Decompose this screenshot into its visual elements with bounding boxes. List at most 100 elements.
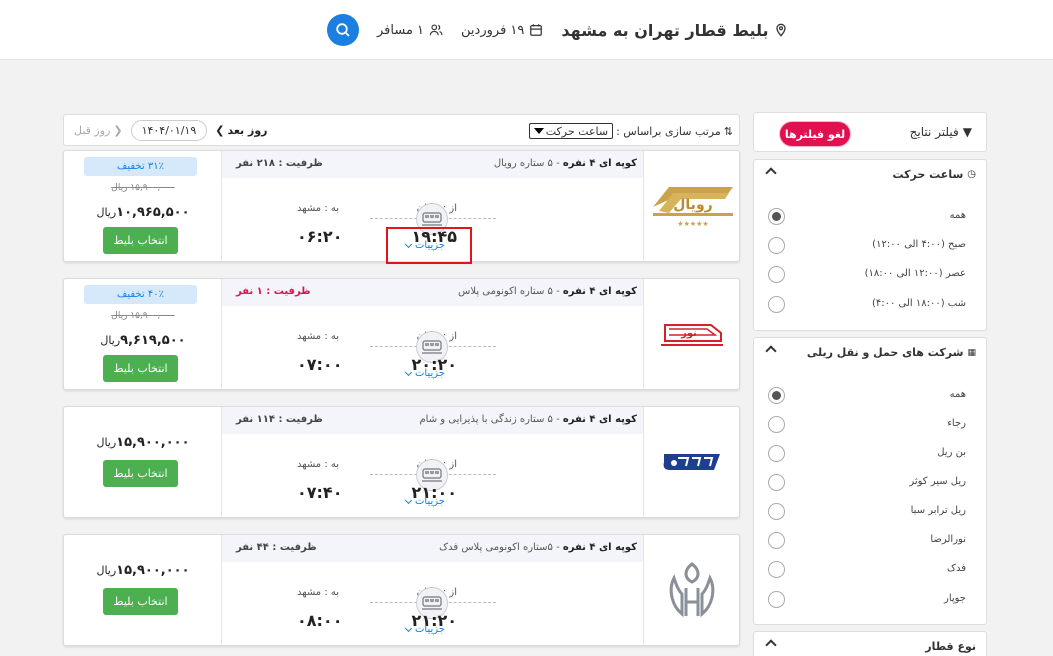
price-section: ۱۵,۹۰۰,۰۰۰ریال انتخاب بلیط bbox=[64, 535, 222, 645]
company-option-fadak[interactable]: فدک bbox=[768, 561, 966, 579]
select-ticket-button[interactable]: انتخاب بلیط bbox=[103, 588, 178, 615]
radio-button[interactable] bbox=[768, 416, 785, 433]
currency: ریال bbox=[96, 206, 117, 219]
radio-button[interactable] bbox=[768, 296, 785, 313]
select-ticket-button[interactable]: انتخاب بلیط bbox=[103, 227, 178, 254]
chevron-down-icon bbox=[404, 624, 413, 632]
capacity: ظرفیت : ۱۱۴ نفر bbox=[236, 414, 323, 425]
ticket-header: کوپه ای ۴ نفره - ۵ستاره اکونومی پلاس فدک… bbox=[222, 535, 643, 562]
ticket-header: کوپه ای ۴ نفره - ۵ ستاره اکونومی پلاس ظر… bbox=[222, 279, 643, 306]
radio-button[interactable] bbox=[768, 208, 785, 225]
travel-date-text: ۱۹ فروردین bbox=[461, 22, 525, 38]
company-filter-header[interactable]: ▦ شرکت های حمل و نقل ریلی bbox=[754, 338, 986, 368]
departure-option-all[interactable]: همه bbox=[768, 208, 966, 226]
departure-time-filter-label: ساعت حرکت bbox=[892, 168, 964, 181]
capacity: ظرفیت : ۲۱۸ نفر bbox=[236, 158, 323, 169]
filters-title: ▼ فیلتر نتایج bbox=[910, 125, 972, 139]
filters-header: ▼ فیلتر نتایج لغو فیلترها bbox=[753, 112, 987, 152]
option-label: فدک bbox=[947, 563, 966, 574]
departure-option-night[interactable]: شب (۱۸:۰۰ الی ۴:۰۰) bbox=[768, 296, 966, 314]
details-toggle[interactable]: جزییات bbox=[404, 496, 445, 507]
departure-time-filter-header[interactable]: ◷ ساعت حرکت bbox=[754, 160, 986, 190]
filters-title-text: فیلتر نتایج bbox=[909, 125, 959, 139]
radio-button[interactable] bbox=[768, 591, 785, 608]
dropdown-arrow-icon bbox=[534, 128, 545, 134]
next-day-label: روز بعد bbox=[227, 124, 268, 137]
ticket-header: کوپه ای ۴ نفره - ۵ ستاره رویال ظرفیت : ۲… bbox=[222, 151, 643, 178]
option-label: ریل ترابر سبا bbox=[910, 505, 966, 516]
details-label: جزییات bbox=[415, 368, 445, 379]
company-filter-title: ▦ شرکت های حمل و نقل ریلی bbox=[807, 346, 976, 359]
chevron-up-icon[interactable] bbox=[765, 167, 777, 179]
details-label: جزییات bbox=[415, 496, 445, 507]
departure-time-filter-title: ◷ ساعت حرکت bbox=[893, 168, 976, 181]
chevron-up-icon[interactable] bbox=[765, 639, 777, 651]
company-option-noorreza[interactable]: نورالرضا bbox=[768, 532, 966, 550]
capacity: ظرفیت : ۱ نفر bbox=[236, 286, 311, 297]
departure-time-filter: ◷ ساعت حرکت همه صبح (۴:۰۰ الی ۱۲:۰۰) عصر… bbox=[753, 159, 987, 331]
current-date[interactable]: ۱۴۰۴/۰۱/۱۹ bbox=[130, 120, 208, 141]
details-toggle[interactable]: جزییات bbox=[404, 368, 445, 379]
option-label: ریل سیر کوثر bbox=[909, 476, 966, 487]
arrival-time: ۰۷:۴۰ bbox=[297, 483, 343, 502]
highlight-box bbox=[386, 227, 472, 264]
noor-rail-logo: نور bbox=[644, 279, 739, 389]
ticket-card: نور کوپه ای ۴ نفره - ۵ ستاره اکونومی پلا… bbox=[63, 278, 740, 390]
capacity: ظرفیت : ۴۴ نفر bbox=[236, 542, 317, 553]
chevron-up-icon[interactable] bbox=[765, 345, 777, 357]
radio-button[interactable] bbox=[768, 532, 785, 549]
company-filter-label: شرکت های حمل و نقل ریلی bbox=[806, 346, 964, 359]
passenger-count[interactable]: ۱ مسافر bbox=[377, 23, 443, 38]
company-option-kowsar[interactable]: ریل سیر کوثر bbox=[768, 474, 966, 492]
company-option-saba[interactable]: ریل ترابر سبا bbox=[768, 503, 966, 521]
departure-option-morning[interactable]: صبح (۴:۰۰ الی ۱۲:۰۰) bbox=[768, 237, 966, 255]
final-price: ۱۵,۹۰۰,۰۰۰ریال bbox=[64, 435, 222, 450]
svg-text:رویال: رویال bbox=[673, 197, 712, 213]
option-label: رجاء bbox=[947, 418, 966, 429]
price-section: ۱۵,۹۰۰,۰۰۰ریال انتخاب بلیط bbox=[64, 407, 222, 517]
radio-button[interactable] bbox=[768, 561, 785, 578]
clear-filters-button[interactable]: لغو فیلترها bbox=[779, 121, 851, 147]
company-option-bonrail[interactable]: بن ریل bbox=[768, 445, 966, 463]
option-label: صبح (۴:۰۰ الی ۱۲:۰۰) bbox=[872, 239, 966, 250]
sort-select[interactable]: ساعت حرکت bbox=[529, 123, 614, 139]
ticket-header: کوپه ای ۴ نفره - ۵ ستاره زندگی با پذیرای… bbox=[222, 407, 643, 434]
company-option-all[interactable]: همه bbox=[768, 387, 966, 405]
prev-day-button[interactable]: روز قبل ❯ bbox=[74, 124, 123, 137]
calendar-icon bbox=[530, 24, 543, 36]
price-section: ۳۱٪ تخفیف ۱۵,۹۰۰,۰۰۰ ریال ۱۰,۹۶۵,۵۰۰ریال… bbox=[64, 151, 222, 261]
select-ticket-button[interactable]: انتخاب بلیط bbox=[103, 460, 178, 487]
company-option-raja[interactable]: رجاء bbox=[768, 416, 966, 434]
select-ticket-button[interactable]: انتخاب بلیط bbox=[103, 355, 178, 382]
radio-button[interactable] bbox=[768, 266, 785, 283]
sort-label: مرتب سازی براساس : bbox=[616, 124, 721, 138]
departure-option-afternoon[interactable]: عصر (۱۲:۰۰ الی ۱۸:۰۰) bbox=[768, 266, 966, 284]
price-value: ۱۵,۹۰۰,۰۰۰ bbox=[116, 563, 190, 578]
details-toggle[interactable]: جزییات bbox=[404, 624, 445, 635]
radio-button[interactable] bbox=[768, 387, 785, 404]
location-pin-icon bbox=[775, 23, 786, 37]
option-label: شب (۱۸:۰۰ الی ۴:۰۰) bbox=[871, 298, 966, 309]
route-title[interactable]: بلیط قطار تهران به مشهد bbox=[561, 21, 787, 40]
radio-button[interactable] bbox=[768, 237, 785, 254]
day-navigation: ❮ روز بعد ۱۴۰۴/۰۱/۱۹ روز قبل ❯ bbox=[74, 120, 268, 141]
company-option-joopar[interactable]: جوپار bbox=[768, 591, 966, 609]
radio-button[interactable] bbox=[768, 445, 785, 462]
search-button[interactable] bbox=[327, 14, 359, 46]
ticket-details: کوپه ای ۴ نفره - ۵ ستاره اکونومی پلاس ظر… bbox=[221, 279, 644, 389]
final-price: ۱۰,۹۶۵,۵۰۰ریال bbox=[64, 205, 222, 220]
sort-select-value: ساعت حرکت bbox=[545, 124, 609, 138]
next-day-button[interactable]: ❮ روز بعد bbox=[215, 124, 267, 137]
radio-button[interactable] bbox=[768, 474, 785, 491]
travel-date[interactable]: ۱۹ فروردین bbox=[461, 23, 543, 38]
filter-funnel-icon: ▼ bbox=[962, 125, 972, 139]
price-value: ۱۰,۹۶۵,۵۰۰ bbox=[116, 205, 190, 220]
discount-badge: ۴۰٪ تخفیف bbox=[84, 285, 197, 304]
prev-day-label: روز قبل bbox=[74, 124, 111, 137]
train-type-filter[interactable]: نوع قطار bbox=[753, 631, 987, 656]
destination-label: به : مشهد bbox=[297, 331, 340, 342]
option-label: همه bbox=[949, 210, 966, 221]
radio-button[interactable] bbox=[768, 503, 785, 520]
sort-control: ⇅ مرتب سازی براساس : ساعت حرکت bbox=[529, 123, 733, 139]
service-class: - ۵ ستاره اکونومی پلاس bbox=[458, 286, 563, 297]
